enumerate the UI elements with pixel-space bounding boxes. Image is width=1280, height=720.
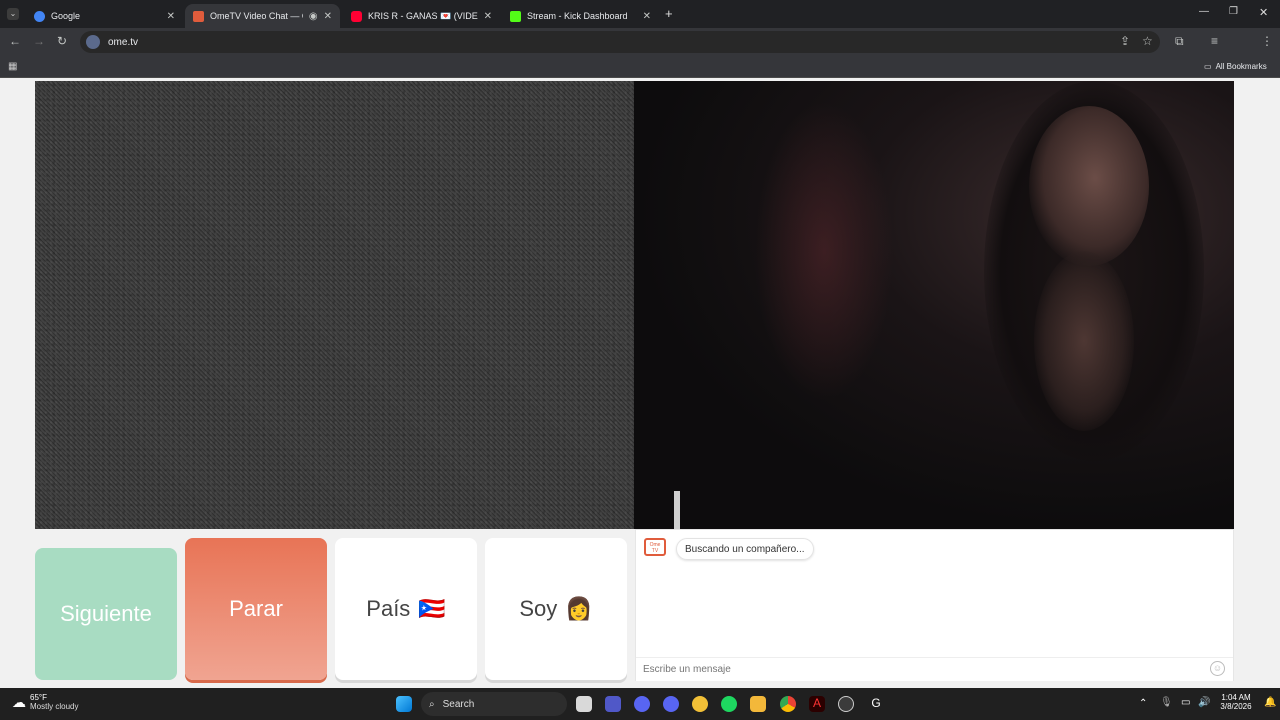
- windows-taskbar: ☁ 65°F Mostly cloudy ⌕ Search A G ⌃ 🎙 ▭ …: [0, 688, 1280, 720]
- tab-strip: ⌄ Google ✕ OmeTV Video Chat — Ome ◉ ✕ KR…: [0, 0, 1280, 28]
- address-bar[interactable]: ome.tv: [80, 31, 1160, 53]
- star-icon[interactable]: ☆: [1142, 34, 1153, 48]
- network-icon[interactable]: ▭: [1181, 697, 1190, 708]
- stop-button[interactable]: Parar: [185, 538, 327, 680]
- google-icon: [34, 10, 45, 22]
- hand-shape: [1034, 251, 1134, 431]
- notification-icon[interactable]: 🔔: [1264, 697, 1276, 708]
- tab-kick[interactable]: Stream - Kick Dashboard ✕: [502, 4, 659, 28]
- bookmarks-bar: ▦ ▭ All Bookmarks: [0, 56, 1280, 78]
- time-text: 1:04 AM: [1221, 693, 1251, 702]
- menu-icon[interactable]: ⋮: [1261, 34, 1273, 48]
- chat-status-message: Buscando un compañero...: [676, 538, 814, 560]
- gender-label: Soy: [519, 596, 558, 621]
- adobe-icon[interactable]: A: [809, 696, 825, 712]
- folder-app-icon[interactable]: [750, 696, 766, 712]
- site-info-icon[interactable]: [86, 35, 100, 49]
- browser-toolbar: ← → ↻ ome.tv ⇪ ☆ ⧉ ≡ ⋮: [0, 28, 1280, 77]
- apps-icon[interactable]: ▦: [8, 61, 17, 72]
- folder-icon: ▭: [1204, 62, 1212, 71]
- chat-panel: Ome TV Buscando un compañero... ☺: [635, 529, 1234, 681]
- app-g-icon[interactable]: G: [868, 696, 884, 712]
- tab-title: Stream - Kick Dashboard: [527, 11, 628, 21]
- tab-title: KRIS R - GANAS 💌 (VIDEO OF: [368, 10, 478, 21]
- meet-icon[interactable]: [605, 696, 621, 712]
- url-text: ome.tv: [108, 36, 139, 48]
- back-icon[interactable]: ←: [9, 34, 21, 48]
- obs-icon[interactable]: [838, 696, 854, 712]
- next-label: Siguiente: [60, 601, 152, 626]
- discord-icon[interactable]: [634, 696, 650, 712]
- close-icon[interactable]: ✕: [484, 11, 492, 22]
- ometv-page: Siguiente Parar País 🇵🇷 Soy 👩 Ome TV Bus…: [0, 78, 1280, 688]
- tray-chevron-icon[interactable]: ⌃: [1139, 698, 1147, 709]
- clock[interactable]: 1:04 AM 3/8/2026: [1216, 693, 1256, 711]
- emoji-icon[interactable]: ☺: [1210, 661, 1225, 676]
- discord-icon-2[interactable]: [663, 696, 679, 712]
- tab-youtube[interactable]: KRIS R - GANAS 💌 (VIDEO OF ✕: [343, 4, 500, 28]
- tab-google[interactable]: Google ✕: [26, 4, 183, 28]
- close-icon[interactable]: ✕: [324, 11, 332, 22]
- youtube-icon: [351, 10, 362, 22]
- mic-icon[interactable]: 🎙: [1160, 697, 1173, 708]
- spotify-icon[interactable]: [721, 696, 737, 712]
- file-explorer-icon[interactable]: [576, 696, 592, 712]
- weather-temp: 65°F: [30, 693, 47, 702]
- ometv-logo-icon: Ome TV: [644, 538, 666, 556]
- taskbar-search[interactable]: ⌕ Search: [421, 692, 567, 716]
- restore-icon[interactable]: ❐: [1229, 6, 1238, 17]
- face-shape: [1029, 106, 1149, 266]
- tab-ometv[interactable]: OmeTV Video Chat — Ome ◉ ✕: [185, 4, 340, 28]
- recording-icon: ◉: [308, 10, 318, 22]
- partner-video-static: [35, 81, 635, 529]
- reload-icon[interactable]: ↻: [57, 34, 67, 48]
- weather-widget[interactable]: ☁ 65°F Mostly cloudy: [12, 693, 78, 711]
- date-text: 3/8/2026: [1220, 702, 1252, 711]
- scrollbar[interactable]: [1270, 78, 1280, 688]
- windows-start-icon[interactable]: [396, 696, 412, 712]
- forward-icon[interactable]: →: [33, 34, 45, 48]
- search-label: Search: [442, 698, 475, 710]
- weather-desc: Mostly cloudy: [30, 702, 79, 711]
- country-button[interactable]: País 🇵🇷: [335, 538, 477, 680]
- lamp-shape: [674, 491, 680, 529]
- kick-icon: [510, 10, 521, 22]
- all-bookmarks[interactable]: ▭ All Bookmarks: [1204, 62, 1267, 71]
- tab-title: Google: [51, 11, 81, 21]
- install-icon[interactable]: ⇪: [1120, 34, 1130, 48]
- minimize-icon[interactable]: —: [1199, 6, 1209, 17]
- country-label: País: [366, 596, 411, 621]
- next-button[interactable]: Siguiente: [35, 548, 177, 680]
- all-bookmarks-label: All Bookmarks: [1215, 62, 1267, 71]
- new-tab-icon[interactable]: +: [665, 6, 673, 21]
- search-icon: ⌕: [429, 698, 435, 710]
- extensions-icon[interactable]: ⧉: [1175, 34, 1184, 49]
- volume-icon[interactable]: 🔊: [1198, 697, 1210, 708]
- stop-label: Parar: [229, 596, 283, 621]
- chat-app-icon[interactable]: [692, 696, 708, 712]
- weather-cloud-icon: ☁: [12, 693, 26, 710]
- woman-icon: 👩: [565, 596, 593, 621]
- tab-search-icon[interactable]: ⌄: [7, 8, 19, 20]
- puerto-rico-flag-icon: 🇵🇷: [418, 596, 446, 621]
- gender-button[interactable]: Soy 👩: [485, 538, 627, 680]
- close-icon[interactable]: ✕: [643, 11, 651, 22]
- tab-search-menu-icon[interactable]: ≡: [1211, 34, 1218, 48]
- chrome-icon[interactable]: [780, 696, 796, 712]
- close-window-icon[interactable]: ✕: [1259, 6, 1268, 19]
- ometv-icon: [193, 10, 204, 22]
- message-input[interactable]: [636, 657, 1233, 681]
- chair-shape: [754, 101, 894, 401]
- close-icon[interactable]: ✕: [167, 11, 175, 22]
- self-video: [634, 81, 1234, 529]
- tab-title: OmeTV Video Chat — Ome: [210, 11, 303, 21]
